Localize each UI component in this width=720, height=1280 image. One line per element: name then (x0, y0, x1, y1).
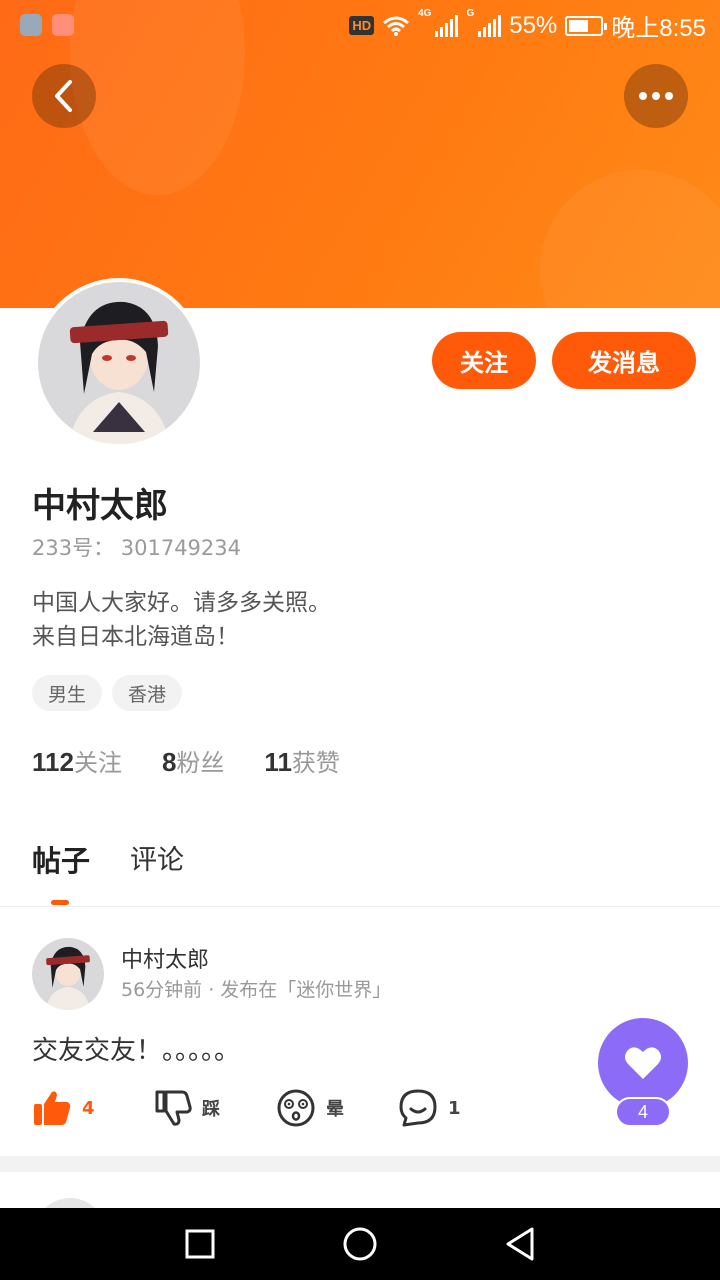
profile-id: 233号： 301749234 (32, 536, 242, 560)
thumbs-up-icon (34, 1091, 71, 1125)
system-back-button[interactable] (480, 1208, 560, 1280)
profile-bio: 中国人大家好。请多多关照。 来自日本北海道岛！ (32, 586, 331, 654)
like-count: 4 (82, 1097, 95, 1119)
stat-label: 粉丝 (176, 749, 225, 777)
dizzy-button[interactable]: 晕 (276, 1088, 398, 1128)
dislike-button[interactable]: 踩 (154, 1089, 276, 1127)
more-dot (639, 92, 647, 100)
recents-button[interactable] (160, 1208, 240, 1280)
circle-icon (343, 1227, 377, 1261)
hd-badge: HD (349, 16, 375, 35)
more-dot (652, 92, 660, 100)
more-dot (665, 92, 673, 100)
like-button[interactable]: 4 (32, 1089, 154, 1127)
post-author-name[interactable]: 中村太郎 (121, 942, 209, 974)
stat-likes[interactable]: 11获赞 (264, 743, 340, 778)
post-text[interactable]: 交友交友！。。。。。 (32, 1030, 240, 1067)
comment-button[interactable]: 1 (398, 1088, 520, 1128)
stat-number: 8 (161, 747, 177, 777)
post-author-avatar[interactable] (32, 938, 104, 1010)
profile-stats: 112关注 8粉丝 11获赞 (32, 743, 340, 778)
chevron-left-icon (55, 80, 72, 112)
thumbs-down-icon (155, 1090, 192, 1126)
wifi-icon (383, 16, 410, 36)
avatar-image (32, 938, 104, 1010)
battery-icon (565, 15, 608, 36)
tag-gender: 男生 (32, 675, 103, 711)
heart-icon (625, 1047, 661, 1079)
active-tab-indicator (51, 900, 69, 905)
comment-icon (399, 1089, 437, 1127)
home-button[interactable] (320, 1208, 400, 1280)
stat-following[interactable]: 112关注 (32, 743, 122, 778)
post-actions: 4 踩 晕 1 (32, 1088, 520, 1128)
network-type-label: G (466, 8, 475, 19)
content-tabs: 帖子 评论 (32, 838, 184, 880)
bio-line: 中国人大家好。请多多关照。 (32, 590, 331, 616)
dislike-label: 踩 (202, 1099, 220, 1120)
send-message-button[interactable]: 发消息 (552, 332, 696, 389)
avatar-image (38, 282, 200, 444)
comment-count: 1 (448, 1097, 461, 1119)
follow-button[interactable]: 关注 (432, 332, 536, 389)
network-type-label: 4G (418, 8, 432, 19)
back-button[interactable] (32, 64, 96, 128)
stat-number: 11 (264, 747, 292, 777)
profile-avatar[interactable] (34, 278, 204, 448)
dizzy-label: 晕 (326, 1099, 344, 1120)
divider (0, 906, 720, 907)
profile-tags: 男生 香港 (32, 675, 183, 711)
post-meta: 56分钟前 · 发布在「迷你世界」 (121, 979, 392, 1001)
profile-name: 中村太郎 (32, 486, 168, 526)
square-icon (185, 1229, 215, 1259)
banner-decoration (540, 170, 720, 308)
bio-line: 来自日本北海道岛！ (32, 624, 239, 650)
shield-app-icon (20, 14, 42, 36)
tab-posts[interactable]: 帖子 (32, 838, 90, 880)
signal-icon (435, 14, 459, 37)
stat-label: 获赞 (291, 749, 340, 777)
battery-percent: 55% (509, 11, 558, 39)
mail-app-icon (52, 14, 74, 36)
triangle-back-icon (506, 1227, 534, 1261)
stat-followers[interactable]: 8粉丝 (162, 743, 224, 778)
signal-icon (478, 14, 502, 37)
tab-comments[interactable]: 评论 (130, 838, 184, 880)
stat-label: 关注 (73, 749, 122, 777)
heart-button[interactable] (598, 1018, 688, 1108)
clock: 晚上8:55 (611, 15, 706, 42)
status-bar: HD 4G G 55% 晚上8:55 (0, 0, 720, 50)
system-navigation-bar (0, 1208, 720, 1280)
more-options-button[interactable] (624, 64, 688, 128)
tag-location: 香港 (112, 675, 183, 711)
section-separator (0, 1156, 720, 1172)
heart-count: 4 (615, 1097, 671, 1127)
stat-number: 112 (32, 747, 74, 777)
dizzy-face-icon (277, 1089, 315, 1127)
